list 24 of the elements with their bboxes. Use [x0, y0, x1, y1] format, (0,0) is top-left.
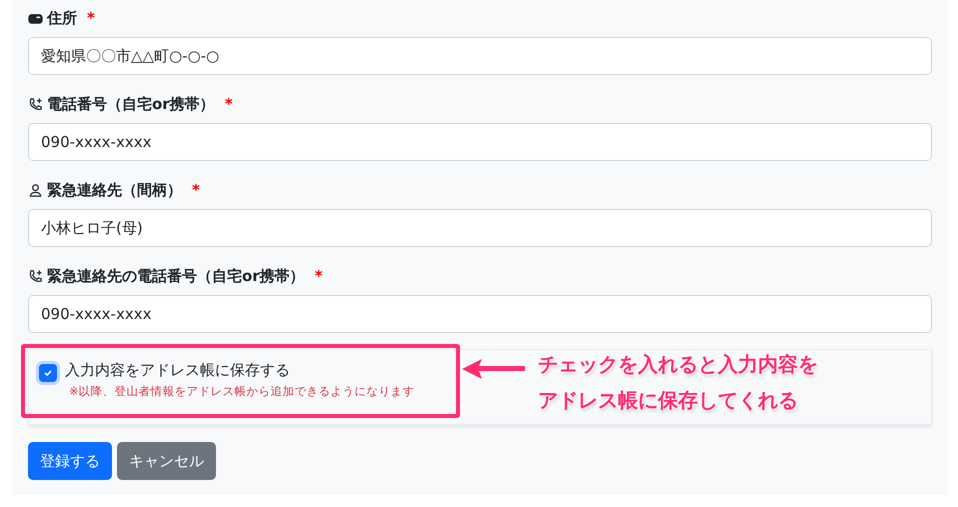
arrow-icon: [462, 358, 526, 380]
check-icon: [43, 368, 53, 378]
annotation-text: アドレス帳に保存してくれる: [538, 387, 799, 414]
person-icon: [28, 182, 43, 198]
hint-text: ※以降、登山者情報をアドレス帳から追加できるようになります: [69, 384, 415, 399]
checkbox-label: 入力内容をアドレス帳に保存する: [65, 361, 291, 380]
field-label: 住所: [47, 8, 77, 28]
field-label: 電話番号（自宅or携帯）: [47, 94, 215, 114]
field-label: 緊急連絡先の電話番号（自宅or携帯）: [47, 266, 305, 286]
text-field[interactable]: 090-xxxx-xxxx: [28, 123, 932, 161]
text-field[interactable]: 小林ヒロ子(母): [28, 209, 932, 247]
required-mark: *: [314, 267, 323, 285]
phone-plus-icon: [28, 268, 43, 284]
text-field[interactable]: 090-xxxx-xxxx: [28, 295, 932, 333]
required-mark: *: [192, 181, 200, 199]
annotation-text: チェックを入れると入力内容を: [538, 351, 818, 378]
submit-button[interactable]: 登録する: [28, 442, 112, 480]
phone-plus-icon: [28, 96, 43, 112]
required-mark: *: [224, 95, 233, 113]
cancel-button[interactable]: キャンセル: [117, 442, 216, 480]
field-label: 緊急連絡先（間柄）: [47, 180, 182, 200]
required-mark: *: [87, 9, 95, 27]
checkbox[interactable]: [39, 364, 57, 382]
text-field[interactable]: 愛知県〇〇市△△町○-○-○: [28, 37, 932, 75]
